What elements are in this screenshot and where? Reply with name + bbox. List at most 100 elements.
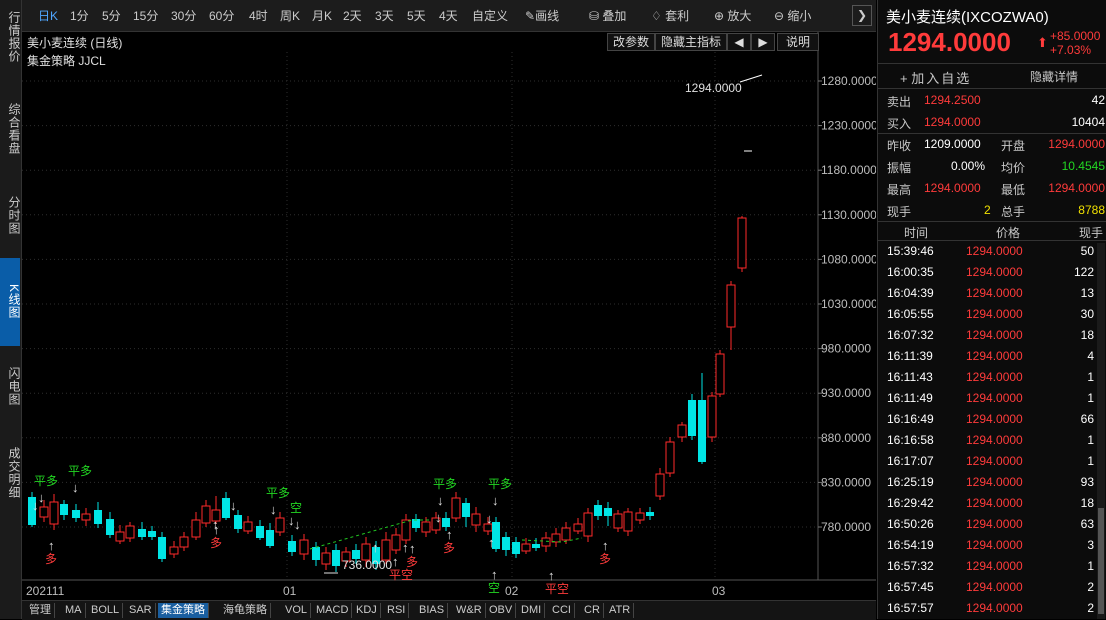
period-daily[interactable]: 日K (38, 7, 58, 24)
indicator-tab-cr[interactable]: CR (581, 603, 604, 618)
period-60m[interactable]: 60分 (209, 7, 234, 24)
period-1m[interactable]: 1分 (70, 7, 89, 24)
tab-trade-detail[interactable]: 成交明细 (0, 440, 21, 506)
overlay-tool[interactable]: ⛁ 叠加 (589, 7, 626, 24)
quote-panel: 美小麦连续(IXCOZWA0) 1294.0000 ⬆ +85.0000 +7.… (877, 0, 1106, 619)
tab-flash[interactable]: 闪电图 (0, 361, 21, 411)
hide-main-indicator-button[interactable]: 隐藏主指标 (655, 33, 727, 51)
avg-price-label: 均价 (1001, 161, 1026, 175)
period-monthly[interactable]: 月K (312, 7, 332, 24)
tab-quote[interactable]: 行情报价 (0, 0, 21, 74)
signal-label-below: 多 (599, 552, 611, 566)
sell-price: 1294.2500 (924, 93, 981, 107)
indicator-tab-dmi[interactable]: DMI (518, 603, 546, 618)
indicator-tab-boll[interactable]: BOLL (88, 603, 124, 618)
candle-body-down (256, 526, 264, 538)
tab-overview[interactable]: 综合看盘 (0, 96, 21, 162)
zoom-in-tool[interactable]: ⊕ 放大 (714, 7, 751, 24)
add-watchlist-button[interactable]: + 加入自选 (900, 68, 971, 87)
hide-detail-button[interactable]: 隐藏详情 (1030, 68, 1078, 85)
tab-timeshare[interactable]: 分时图 (0, 190, 21, 240)
arbitrage-tool[interactable]: ♢ 套利 (651, 7, 689, 24)
candle-body-down (502, 537, 510, 550)
tick-price: 1294.0000 (966, 307, 1023, 321)
candle-body-up (655, 473, 665, 497)
candle-body-up (125, 525, 135, 539)
candle-body-up (243, 521, 253, 532)
signal-label-below: 空 (488, 581, 500, 595)
candle-body-down (222, 498, 230, 518)
time-axis-label: 02 (505, 584, 519, 598)
ticks-scrollbar-thumb[interactable] (1098, 508, 1104, 614)
total-volume-value: 8788 (1078, 203, 1105, 217)
time-axis-label: 03 (712, 584, 726, 598)
period-4d[interactable]: 4天 (439, 7, 458, 24)
signal-arrow-up: ↑ (212, 517, 219, 532)
indicator-tab-macd[interactable]: MACD (313, 603, 353, 618)
tick-volume: 3 (1087, 538, 1094, 552)
help-button[interactable]: 说明 (777, 33, 819, 51)
period-30m[interactable]: 30分 (171, 7, 196, 24)
toolbar-more-button[interactable]: ❯ (852, 5, 872, 26)
tick-price: 1294.0000 (966, 601, 1023, 615)
buy-price: 1294.0000 (924, 115, 981, 129)
indicator-tab-kdj[interactable]: KDJ (353, 603, 381, 618)
indicator-tab-jjcl[interactable]: 集金策略 (158, 603, 209, 618)
tick-volume: 18 (1080, 496, 1094, 510)
signal-arrow-down: ↓ (486, 511, 493, 526)
draw-line-tool[interactable]: ✎画线 (525, 7, 559, 24)
tab-kline[interactable]: K线图 (0, 258, 21, 346)
signal-label-below: 平空 (545, 582, 569, 596)
tick-time: 16:57:45 (887, 580, 934, 594)
price-change-pct: +7.03% (1050, 43, 1092, 57)
candle-body-up (583, 512, 593, 537)
indicator-tab-rsi[interactable]: RSI (384, 603, 410, 618)
tick-price: 1294.0000 (966, 328, 1023, 342)
database-icon: ⛁ (589, 9, 600, 23)
tick-time: 16:16:49 (887, 412, 934, 426)
prev-arrow-button[interactable]: ◀ (727, 33, 751, 51)
period-3d[interactable]: 3天 (375, 7, 394, 24)
plus-icon: + (900, 71, 908, 86)
zoom-out-tool[interactable]: ⊖ 缩小 (774, 7, 811, 24)
indicator-tab-vol[interactable]: VOL (282, 603, 312, 618)
period-custom[interactable]: 自定义 (472, 7, 508, 24)
candle-body-up (665, 441, 675, 474)
indicator-tab-bias[interactable]: BIAS (416, 603, 449, 618)
candle-body-up (551, 533, 561, 543)
tick-price: 1294.0000 (966, 412, 1023, 426)
period-2d[interactable]: 2天 (343, 7, 362, 24)
indicator-tab-atr[interactable]: ATR (606, 603, 635, 618)
indicator-tab-ma[interactable]: MA (62, 603, 86, 618)
ticks-scrollbar[interactable] (1097, 243, 1105, 619)
period-15m[interactable]: 15分 (133, 7, 158, 24)
chevron-right-icon: ❯ (856, 8, 868, 22)
low-value: 1294.0000 (1048, 181, 1105, 195)
indicator-tab-sar[interactable]: SAR (126, 603, 156, 618)
candle-body-down (532, 544, 540, 548)
indicator-tab-wr[interactable]: W&R (453, 603, 486, 618)
change-params-button[interactable]: 改参数 (607, 33, 655, 51)
candle-body-down (512, 542, 520, 554)
signal-label-below: 多 (45, 552, 57, 566)
kline-chart-area[interactable]: 1280.0000 1230.0000 1180.0000 1130.0000 1080… (22, 32, 878, 600)
candle-body-up (561, 527, 571, 541)
candle-body-up (635, 512, 645, 521)
period-4h[interactable]: 4时 (249, 7, 268, 24)
signal-arrow-down: ↓ (294, 517, 301, 532)
period-weekly[interactable]: 周K (280, 7, 300, 24)
period-5m[interactable]: 5分 (102, 7, 121, 24)
ticks-header-price: 价格 (996, 226, 1021, 240)
tick-price: 1294.0000 (966, 475, 1023, 489)
indicator-tab-turtle[interactable]: 海龟策略 (220, 603, 271, 618)
next-arrow-button[interactable]: ▶ (751, 33, 775, 51)
candle-body-up (623, 511, 633, 532)
indicator-tab-manage[interactable]: 管理 (26, 603, 55, 618)
period-5d[interactable]: 5天 (407, 7, 426, 24)
candle-body-up (451, 497, 461, 519)
candle-body-down (138, 529, 146, 537)
indicator-tab-obv[interactable]: OBV (486, 603, 517, 618)
signal-arrow-up: ↑ (409, 541, 416, 556)
candle-body-down (698, 400, 706, 462)
indicator-tab-cci[interactable]: CCI (549, 603, 575, 618)
